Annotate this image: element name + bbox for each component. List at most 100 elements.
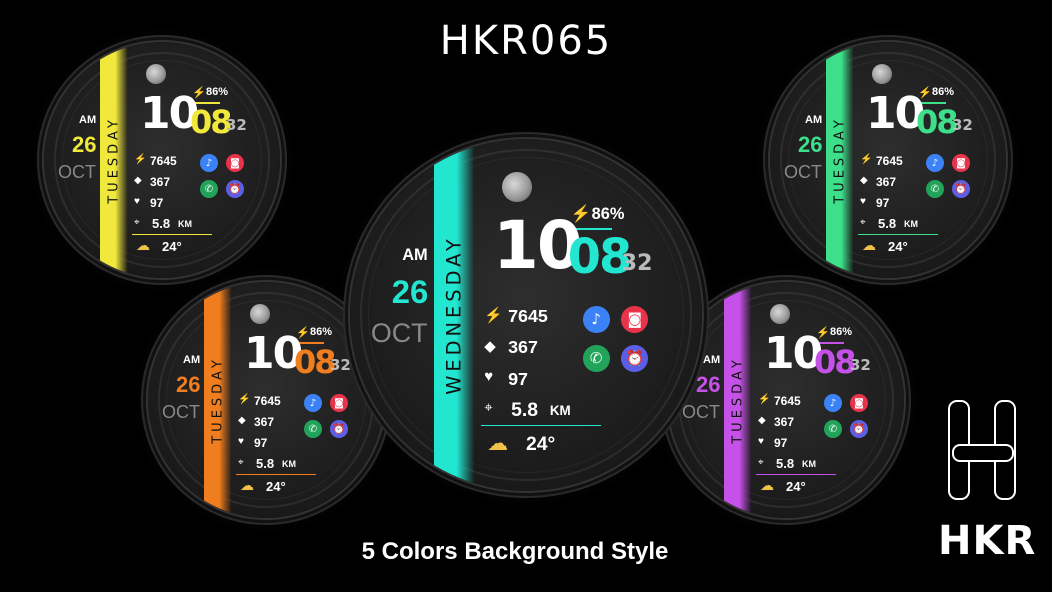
distance-value: 5.8 xyxy=(511,398,539,421)
battery-level: 86% xyxy=(310,326,333,338)
hour-digits: 10 xyxy=(764,328,823,379)
second-digits: 32 xyxy=(850,356,871,374)
temperature-value: 24° xyxy=(786,479,806,494)
alarm-shortcut-icon[interactable]: ⏰ xyxy=(621,344,649,372)
music-shortcut-icon[interactable]: ♪ xyxy=(926,154,944,172)
steps-count: 7645 xyxy=(876,154,903,168)
temperature-value: 24° xyxy=(888,239,908,254)
day-name: WEDNESDAY xyxy=(442,235,466,395)
month-label: OCT xyxy=(682,402,720,422)
alarm-shortcut-icon[interactable]: ⏰ xyxy=(226,180,244,198)
month-label: OCT xyxy=(58,162,96,182)
moon-phase-icon xyxy=(502,171,532,202)
distance-unit: KM xyxy=(802,459,816,469)
heart-icon: ♥ xyxy=(758,436,764,447)
music-shortcut-icon[interactable]: ♪ xyxy=(200,154,218,172)
phone-shortcut-icon[interactable]: ✆ xyxy=(582,344,610,372)
calories-count: 367 xyxy=(150,175,171,189)
heart-rate: 97 xyxy=(876,196,890,210)
calories-icon: ◆ xyxy=(860,175,868,186)
steps-icon: ⚡ xyxy=(758,394,771,405)
heart-rate: 97 xyxy=(774,436,788,450)
location-icon: ⌖ xyxy=(860,217,866,228)
calories-icon: ◆ xyxy=(134,175,142,186)
calories-count: 367 xyxy=(876,175,897,189)
battery-level: 86% xyxy=(206,86,229,98)
heart-rate: 97 xyxy=(508,368,528,389)
steps-count: 7645 xyxy=(508,306,548,327)
weather-divider xyxy=(858,234,938,235)
camera-shortcut-icon[interactable]: ◙ xyxy=(850,394,868,412)
alarm-shortcut-icon[interactable]: ⏰ xyxy=(952,180,970,198)
camera-shortcut-icon[interactable]: ◙ xyxy=(952,154,970,172)
distance-value: 5.8 xyxy=(878,216,897,231)
hkr-logo xyxy=(940,400,1020,500)
temperature-value: 24° xyxy=(162,239,182,254)
month-label: OCT xyxy=(370,317,428,348)
heart-rate: 97 xyxy=(254,436,268,450)
music-shortcut-icon[interactable]: ♪ xyxy=(582,306,610,333)
music-shortcut-icon[interactable]: ♪ xyxy=(304,394,322,412)
camera-shortcut-icon[interactable]: ◙ xyxy=(621,306,649,333)
location-icon: ⌖ xyxy=(134,217,140,228)
day-name: TUESDAY xyxy=(106,116,122,204)
weather-cloud-icon: ☁ xyxy=(487,431,509,456)
camera-shortcut-icon[interactable]: ◙ xyxy=(330,394,348,412)
phone-shortcut-icon[interactable]: ✆ xyxy=(824,420,842,438)
distance-value: 5.8 xyxy=(776,456,795,471)
month-label: OCT xyxy=(784,162,822,182)
ampm-label: AM xyxy=(183,354,201,366)
watch-face-green: TUESDAY AM 26 OCT ⚡ 86% 10 08 32 ⚡ 7645 ◆ 367 ♥ 97 ⌖ 5.8… xyxy=(770,42,1006,278)
heart-icon: ♥ xyxy=(238,436,244,447)
day-band: TUESDAY xyxy=(204,282,232,518)
location-icon: ⌖ xyxy=(758,457,764,468)
distance-unit: KM xyxy=(282,459,296,469)
watch-face-teal: WEDNESDAY AM 26 OCT ⚡ 86% 10 08 32 ⚡ 7645 ◆ 367 ♥ 97 ⌖ 5… xyxy=(350,139,702,491)
watch-face-purple: TUESDAY AM 26 OCT ⚡ 86% 10 08 32 ⚡ 7645 ◆ 367 ♥ 97 ⌖ 5.8… xyxy=(668,282,904,518)
watch-face-yellow: TUESDAY AM 26 OCT ⚡ 86% 10 08 32 ⚡ 7645 ◆ 367 ♥ 97 ⌖ 5.8… xyxy=(44,42,280,278)
minute-digits: 08 xyxy=(916,103,959,141)
weather-divider xyxy=(132,234,212,235)
minute-digits: 08 xyxy=(814,343,857,381)
moon-phase-icon xyxy=(872,64,892,84)
day-name: TUESDAY xyxy=(832,116,848,204)
weather-cloud-icon: ☁ xyxy=(862,238,876,254)
date-number: 26 xyxy=(391,273,429,311)
heart-icon: ♥ xyxy=(484,368,494,385)
hour-digits: 10 xyxy=(244,328,303,379)
moon-phase-icon xyxy=(250,304,270,324)
phone-shortcut-icon[interactable]: ✆ xyxy=(200,180,218,198)
battery-level: 86% xyxy=(830,326,853,338)
logo-text: HKR xyxy=(938,518,1037,564)
calories-count: 367 xyxy=(774,415,795,429)
calories-icon: ◆ xyxy=(484,339,496,356)
distance-value: 5.8 xyxy=(152,216,171,231)
second-digits: 32 xyxy=(952,116,973,134)
alarm-shortcut-icon[interactable]: ⏰ xyxy=(850,420,868,438)
distance-unit: KM xyxy=(904,219,918,229)
steps-count: 7645 xyxy=(774,394,801,408)
alarm-shortcut-icon[interactable]: ⏰ xyxy=(330,420,348,438)
ampm-label: AM xyxy=(805,114,823,126)
hour-digits: 10 xyxy=(866,88,925,139)
phone-shortcut-icon[interactable]: ✆ xyxy=(926,180,944,198)
day-band: WEDNESDAY xyxy=(433,139,476,491)
weather-divider xyxy=(236,474,316,475)
minute-digits: 08 xyxy=(294,343,337,381)
minute-digits: 08 xyxy=(190,103,233,141)
hour-digits: 10 xyxy=(140,88,199,139)
camera-shortcut-icon[interactable]: ◙ xyxy=(226,154,244,172)
date-number: 26 xyxy=(72,132,97,157)
steps-icon: ⚡ xyxy=(484,308,503,325)
heart-rate: 97 xyxy=(150,196,164,210)
calories-icon: ◆ xyxy=(758,415,766,426)
day-band: TUESDAY xyxy=(724,282,752,518)
steps-count: 7645 xyxy=(254,394,281,408)
music-shortcut-icon[interactable]: ♪ xyxy=(824,394,842,412)
day-band: TUESDAY xyxy=(826,42,854,278)
weather-cloud-icon: ☁ xyxy=(240,478,254,494)
phone-shortcut-icon[interactable]: ✆ xyxy=(304,420,322,438)
weather-divider xyxy=(481,425,601,427)
second-digits: 32 xyxy=(621,250,653,277)
day-band: TUESDAY xyxy=(100,42,128,278)
